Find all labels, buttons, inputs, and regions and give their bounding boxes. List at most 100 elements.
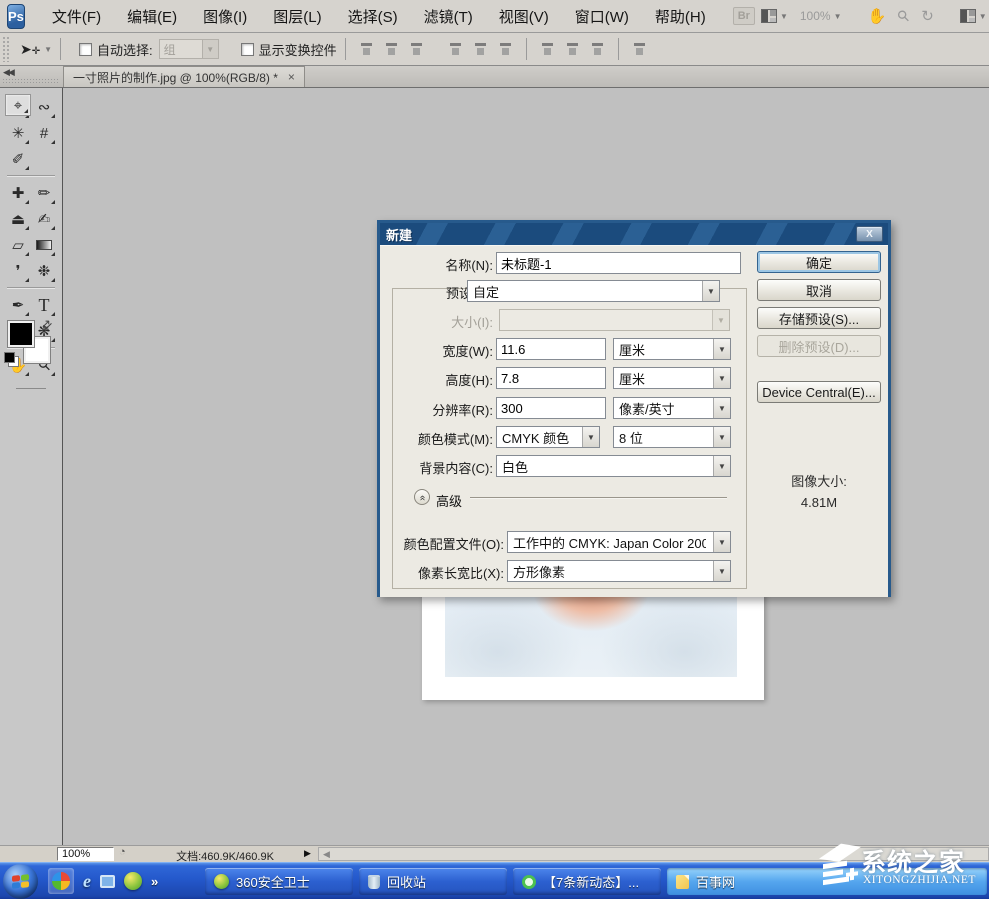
photoshop-window: Ps 文件(F) 编辑(E) 图像(I) 图层(L) 选择(S) 滤镜(T) 视… xyxy=(0,0,989,899)
dialog-title-bar[interactable]: 新建 xyxy=(380,223,888,245)
collapse-panel-icon[interactable]: ◀◀ xyxy=(3,67,13,78)
color-mode-dropdown[interactable]: CMYK 颜色▼ xyxy=(496,426,600,448)
bridge-button[interactable]: Br xyxy=(733,7,755,25)
zoom-percent-field[interactable]: 100% xyxy=(57,847,114,861)
align-bottom-edges-icon[interactable] xyxy=(408,42,425,56)
xitongzhijia-logo xyxy=(817,843,863,889)
document-tab[interactable]: 一寸照片的制作.jpg @ 100%(RGB/8) * × xyxy=(63,66,305,87)
width-unit-dropdown[interactable]: 厘米▼ xyxy=(613,338,731,360)
auto-select-checkbox[interactable] xyxy=(79,43,92,56)
height-unit-dropdown[interactable]: 厘米▼ xyxy=(613,367,731,389)
eraser-tool[interactable]: ▱ xyxy=(5,232,31,258)
menu-filter[interactable]: 滤镜(T) xyxy=(411,2,486,31)
menu-image[interactable]: 图像(I) xyxy=(190,2,260,31)
align-vertical-centers-icon[interactable] xyxy=(383,42,400,56)
align-horizontal-centers-icon[interactable] xyxy=(472,42,489,56)
image-size-value: 4.81M xyxy=(757,495,881,510)
bit-depth-dropdown[interactable]: 8 位▼ xyxy=(613,426,731,448)
menu-edit[interactable]: 编辑(E) xyxy=(114,2,190,31)
height-input[interactable] xyxy=(496,367,606,389)
status-popup-arrow-icon[interactable]: ▶ xyxy=(304,848,311,859)
menu-file[interactable]: 文件(F) xyxy=(39,2,114,31)
rotate-view-icon[interactable]: ↻ xyxy=(915,5,940,27)
chevron-down-icon: ▼ xyxy=(713,339,730,359)
hand-tool-icon[interactable]: ✋ xyxy=(862,5,893,27)
arrange-documents-icon[interactable]: ▼ xyxy=(954,7,989,25)
document-tab-title: 一寸照片的制作.jpg @ 100%(RGB/8) * xyxy=(73,69,278,86)
zoom-level-dropdown[interactable]: 100%▼ xyxy=(794,7,848,25)
default-colors-icon[interactable] xyxy=(5,353,14,362)
background-contents-label: 背景内容(C): xyxy=(380,458,493,477)
show-desktop-icon[interactable] xyxy=(100,875,115,888)
color-profile-label: 颜色配置文件(O): xyxy=(380,534,504,553)
move-tool[interactable]: ⌖ xyxy=(5,94,31,116)
preset-dropdown[interactable]: 自定▼ xyxy=(467,280,720,302)
close-icon[interactable]: × xyxy=(288,70,295,84)
chevron-up-icon: « xyxy=(417,495,428,500)
menu-view[interactable]: 视图(V) xyxy=(486,2,562,31)
tool-preset-caret[interactable]: ▼ xyxy=(44,45,52,54)
menu-window[interactable]: 窗口(W) xyxy=(562,2,642,31)
advanced-toggle-button[interactable]: « xyxy=(414,489,430,505)
gradient-tool[interactable] xyxy=(31,232,57,258)
clone-stamp-tool[interactable]: ⏏ xyxy=(5,206,31,232)
crop-tool[interactable]: # xyxy=(31,120,57,146)
quick-launch-overflow[interactable]: » xyxy=(151,874,158,889)
ok-button[interactable]: 确定 xyxy=(757,251,881,273)
internet-explorer-icon[interactable]: e xyxy=(83,871,91,892)
distribute-center-icon[interactable] xyxy=(564,42,581,56)
options-grip[interactable] xyxy=(2,36,10,62)
360-safe-icon[interactable] xyxy=(124,872,142,890)
healing-brush-tool[interactable]: ✚ xyxy=(5,180,31,206)
auto-select-label: 自动选择: xyxy=(97,40,153,59)
type-tool[interactable]: T xyxy=(31,292,57,318)
taskbar-button-browser[interactable]: 【7条新动态】... xyxy=(513,868,661,895)
brush-tool[interactable]: ✏ xyxy=(31,180,57,206)
distribute-bottom-icon[interactable] xyxy=(589,42,606,56)
taskbar-button-360[interactable]: 360安全卫士 xyxy=(205,868,353,895)
start-button[interactable] xyxy=(3,864,38,899)
align-top-edges-icon[interactable] xyxy=(358,42,375,56)
menu-help[interactable]: 帮助(H) xyxy=(642,2,719,31)
view-extras-icon[interactable]: ▼ xyxy=(755,7,794,25)
advanced-label: 高级 xyxy=(436,491,462,510)
color-profile-dropdown[interactable]: 工作中的 CMYK: Japan Color 2001...▼ xyxy=(507,531,731,553)
align-left-edges-icon[interactable] xyxy=(447,42,464,56)
pixel-aspect-label: 像素长宽比(X): xyxy=(380,563,504,582)
save-preset-button[interactable]: 存储预设(S)... xyxy=(757,307,881,329)
magic-wand-tool[interactable]: ✳ xyxy=(5,120,31,146)
menu-bar: Ps 文件(F) 编辑(E) 图像(I) 图层(L) 选择(S) 滤镜(T) 视… xyxy=(0,0,989,33)
width-input[interactable] xyxy=(496,338,606,360)
watermark: 系统之家 XITONGZHIJIA.NET xyxy=(817,841,989,899)
360-desktop-icon[interactable] xyxy=(48,868,74,894)
menu-select[interactable]: 选择(S) xyxy=(335,2,411,31)
name-input[interactable] xyxy=(496,252,741,274)
auto-align-layers-icon[interactable] xyxy=(631,42,648,56)
resolution-input[interactable] xyxy=(496,397,606,419)
background-contents-dropdown[interactable]: 白色▼ xyxy=(496,455,731,477)
dialog-close-button[interactable]: X xyxy=(856,226,883,242)
auto-select-dropdown[interactable]: 组▼ xyxy=(159,39,219,59)
move-tool-icon[interactable]: ➤✛ xyxy=(20,41,40,58)
pen-tool[interactable]: ✒ xyxy=(5,292,31,318)
taskbar-button-recycle-bin[interactable]: 回收站 xyxy=(359,868,507,895)
blur-tool[interactable]: ❜ xyxy=(5,258,31,284)
resolution-unit-dropdown[interactable]: 像素/英寸▼ xyxy=(613,397,731,419)
scroll-left-icon[interactable]: ◀ xyxy=(323,849,330,860)
foreground-color-swatch[interactable] xyxy=(8,321,34,347)
distribute-top-icon[interactable] xyxy=(539,42,556,56)
dodge-tool[interactable]: ❉ xyxy=(31,258,57,284)
new-document-dialog: 新建 X 名称(N): 预设(P): 自定▼ 大小(I): ▼ 宽度(W): 厘… xyxy=(377,220,891,597)
chevron-down-icon: ▼ xyxy=(702,281,719,301)
eyedropper-tool[interactable]: ✐ xyxy=(5,146,31,172)
history-brush-tool[interactable]: ✍ xyxy=(31,206,57,232)
device-central-button[interactable]: Device Central(E)... xyxy=(757,381,881,403)
menu-layer[interactable]: 图层(L) xyxy=(260,2,334,31)
zoom-tool-icon[interactable]: ⚲ xyxy=(892,5,915,27)
divider xyxy=(60,38,61,60)
align-right-edges-icon[interactable] xyxy=(497,42,514,56)
cancel-button[interactable]: 取消 xyxy=(757,279,881,301)
lasso-tool[interactable]: ∾ xyxy=(31,94,57,120)
pixel-aspect-dropdown[interactable]: 方形像素▼ xyxy=(507,560,731,582)
show-transform-checkbox[interactable] xyxy=(241,43,254,56)
